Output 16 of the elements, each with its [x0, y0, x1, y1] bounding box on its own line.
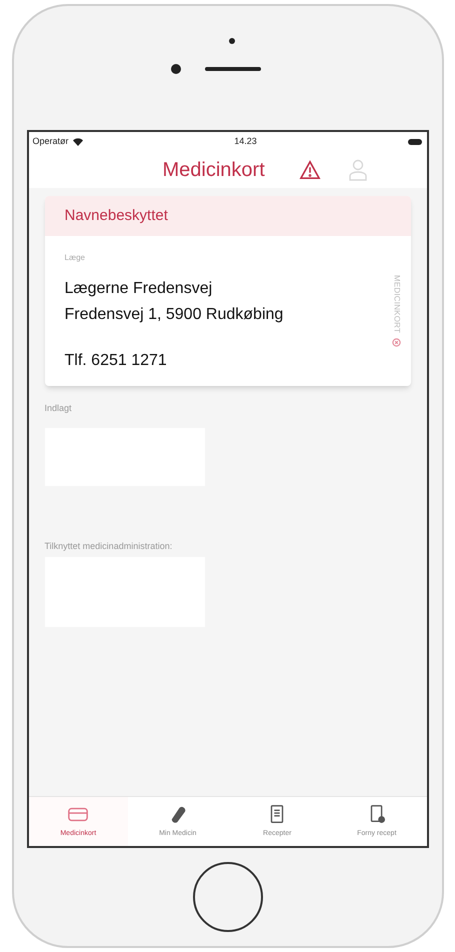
side-label: MEDICINKORT: [392, 275, 402, 334]
home-button[interactable]: [192, 862, 262, 932]
doctor-info-line: Lægerne Fredensvej: [64, 279, 214, 299]
wifi-icon: [72, 138, 83, 146]
status-time: 14.23: [234, 135, 257, 148]
field-label: Læge: [64, 252, 86, 264]
battery-icon: [408, 139, 422, 145]
speaker-grille: [204, 67, 260, 71]
screen-title: Medicinkort: [162, 158, 265, 183]
doctor-info-line: Fredensvej 1, 5900 Rudkøbing: [64, 305, 284, 325]
warning-icon[interactable]: [298, 160, 321, 180]
section-label: Tilknyttet medicinadministration:: [44, 540, 174, 553]
doctor-phone: Tlf. 6251 1271: [64, 351, 168, 371]
card-title: Navnebeskyttet: [64, 206, 168, 226]
carrier-name: Operatør: [32, 135, 69, 148]
section-label: Indlagt: [44, 402, 73, 415]
